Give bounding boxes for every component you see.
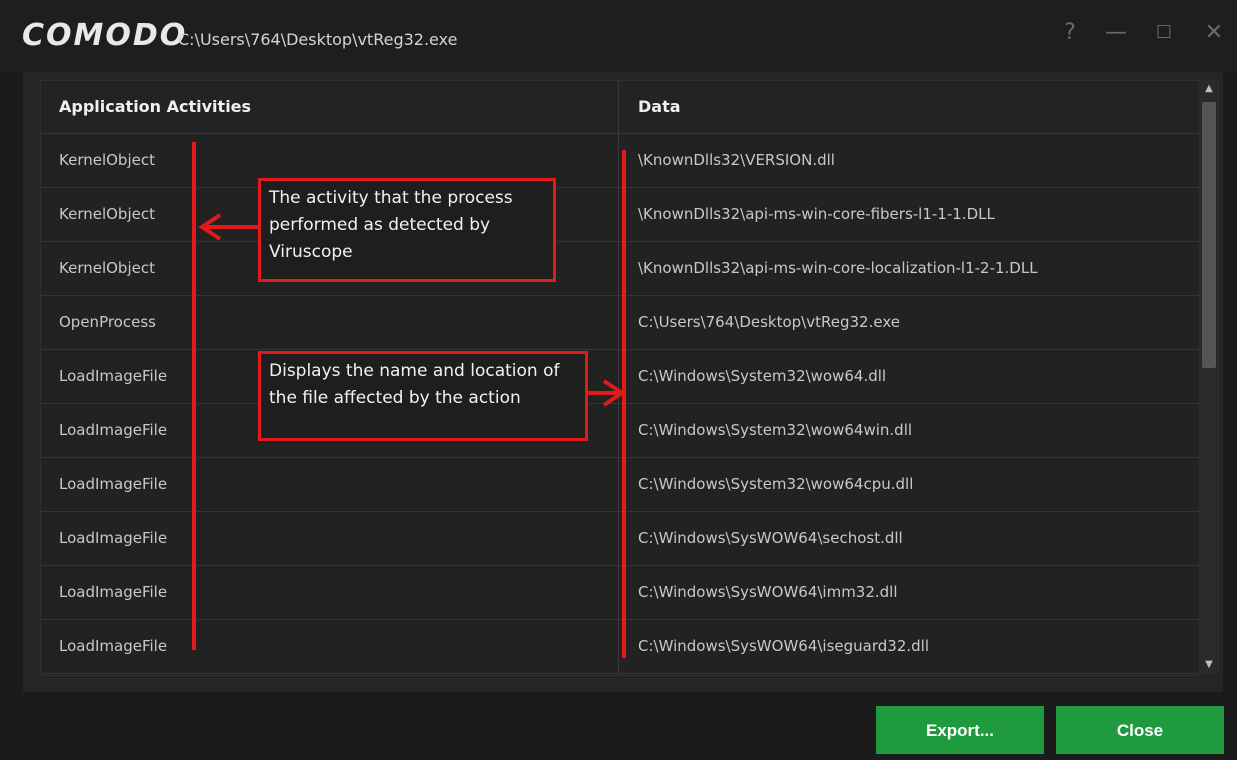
help-icon[interactable]: ?: [1052, 18, 1088, 48]
table-header: Application Activities Data: [41, 81, 1199, 134]
table-row[interactable]: LoadImageFile C:\Windows\System32\wow64.…: [41, 350, 1199, 404]
title-bar: COMODO C:\Users\764\Desktop\vtReg32.exe …: [0, 0, 1237, 72]
table-row[interactable]: LoadImageFile C:\Windows\SysWOW64\imm32.…: [41, 566, 1199, 620]
table-row[interactable]: LoadImageFile C:\Windows\SysWOW64\isegua…: [41, 620, 1199, 674]
activity-annotation-line: [192, 142, 196, 650]
data-cell: C:\Users\764\Desktop\vtReg32.exe: [638, 313, 900, 331]
table-row[interactable]: LoadImageFile C:\Windows\System32\wow64w…: [41, 404, 1199, 458]
data-cell: \KnownDlls32\api-ms-win-core-localizatio…: [638, 259, 1038, 277]
data-cell: \KnownDlls32\VERSION.dll: [638, 151, 835, 169]
data-cell: C:\Windows\SysWOW64\sechost.dll: [638, 529, 903, 547]
table-row[interactable]: KernelObject \KnownDlls32\api-ms-win-cor…: [41, 188, 1199, 242]
activity-cell: LoadImageFile: [59, 583, 168, 601]
table-row[interactable]: KernelObject \KnownDlls32\VERSION.dll: [41, 134, 1199, 188]
export-button[interactable]: Export...: [876, 706, 1044, 754]
activity-cell: KernelObject: [59, 259, 155, 277]
scroll-up-arrow-icon[interactable]: ▲: [1199, 80, 1219, 98]
maximize-icon[interactable]: ☐: [1146, 18, 1182, 48]
window-title-path: C:\Users\764\Desktop\vtReg32.exe: [178, 30, 458, 49]
column-header-activities[interactable]: Application Activities: [59, 81, 251, 133]
activity-cell: LoadImageFile: [59, 637, 168, 655]
data-cell: \KnownDlls32\api-ms-win-core-fibers-l1-1…: [638, 205, 995, 223]
data-annotation-box: Displays the name and location of the fi…: [258, 351, 588, 441]
activity-cell: LoadImageFile: [59, 529, 168, 547]
table-row[interactable]: OpenProcess C:\Users\764\Desktop\vtReg32…: [41, 296, 1199, 350]
data-cell: C:\Windows\System32\wow64cpu.dll: [638, 475, 914, 493]
minimize-icon[interactable]: —: [1098, 18, 1134, 48]
scrollbar-thumb[interactable]: [1202, 102, 1216, 368]
activity-cell: LoadImageFile: [59, 421, 168, 439]
column-header-data[interactable]: Data: [638, 81, 681, 133]
data-cell: C:\Windows\SysWOW64\iseguard32.dll: [638, 637, 929, 655]
activity-cell: LoadImageFile: [59, 475, 168, 493]
activity-table: Application Activities Data KernelObject…: [40, 80, 1200, 676]
table-row[interactable]: KernelObject \KnownDlls32\api-ms-win-cor…: [41, 242, 1199, 296]
data-cell: C:\Windows\SysWOW64\imm32.dll: [638, 583, 898, 601]
activity-cell: KernelObject: [59, 151, 155, 169]
table-row[interactable]: LoadImageFile C:\Windows\SysWOW64\sechos…: [41, 512, 1199, 566]
scroll-down-arrow-icon[interactable]: ▼: [1199, 656, 1219, 674]
activity-cell: KernelObject: [59, 205, 155, 223]
vertical-scrollbar[interactable]: ▲ ▼: [1199, 80, 1219, 674]
close-icon[interactable]: ✕: [1196, 18, 1232, 48]
data-annotation-line: [622, 150, 626, 658]
close-button[interactable]: Close: [1056, 706, 1224, 754]
footer-bar: [0, 692, 1237, 760]
activity-cell: OpenProcess: [59, 313, 156, 331]
activity-annotation-box: The activity that the process performed …: [258, 178, 556, 282]
column-divider: [618, 81, 619, 133]
activity-cell: LoadImageFile: [59, 367, 168, 385]
comodo-logo: COMODO: [22, 18, 188, 53]
table-row[interactable]: LoadImageFile C:\Windows\System32\wow64c…: [41, 458, 1199, 512]
data-cell: C:\Windows\System32\wow64win.dll: [638, 421, 913, 439]
data-cell: C:\Windows\System32\wow64.dll: [638, 367, 887, 385]
